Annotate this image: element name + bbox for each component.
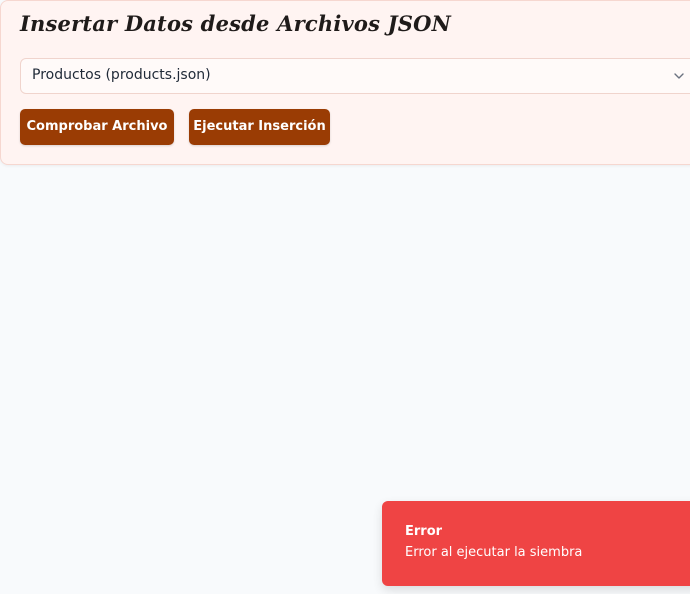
toast-title: Error: [405, 524, 443, 539]
toast-message: Error al ejecutar la siembra: [405, 545, 583, 560]
json-insert-panel: Insertar Datos desde Archivos JSON Produ…: [0, 0, 690, 165]
json-file-select[interactable]: Productos (products.json): [20, 58, 690, 94]
execute-insert-button[interactable]: Ejecutar Inserción: [189, 109, 330, 145]
check-file-button[interactable]: Comprobar Archivo: [20, 109, 174, 145]
chevron-down-icon: [674, 73, 684, 79]
error-toast: Error Error al ejecutar la siembra: [382, 501, 690, 586]
page-title: Insertar Datos desde Archivos JSON: [20, 11, 452, 36]
selected-file-value: Productos (products.json): [32, 67, 211, 83]
